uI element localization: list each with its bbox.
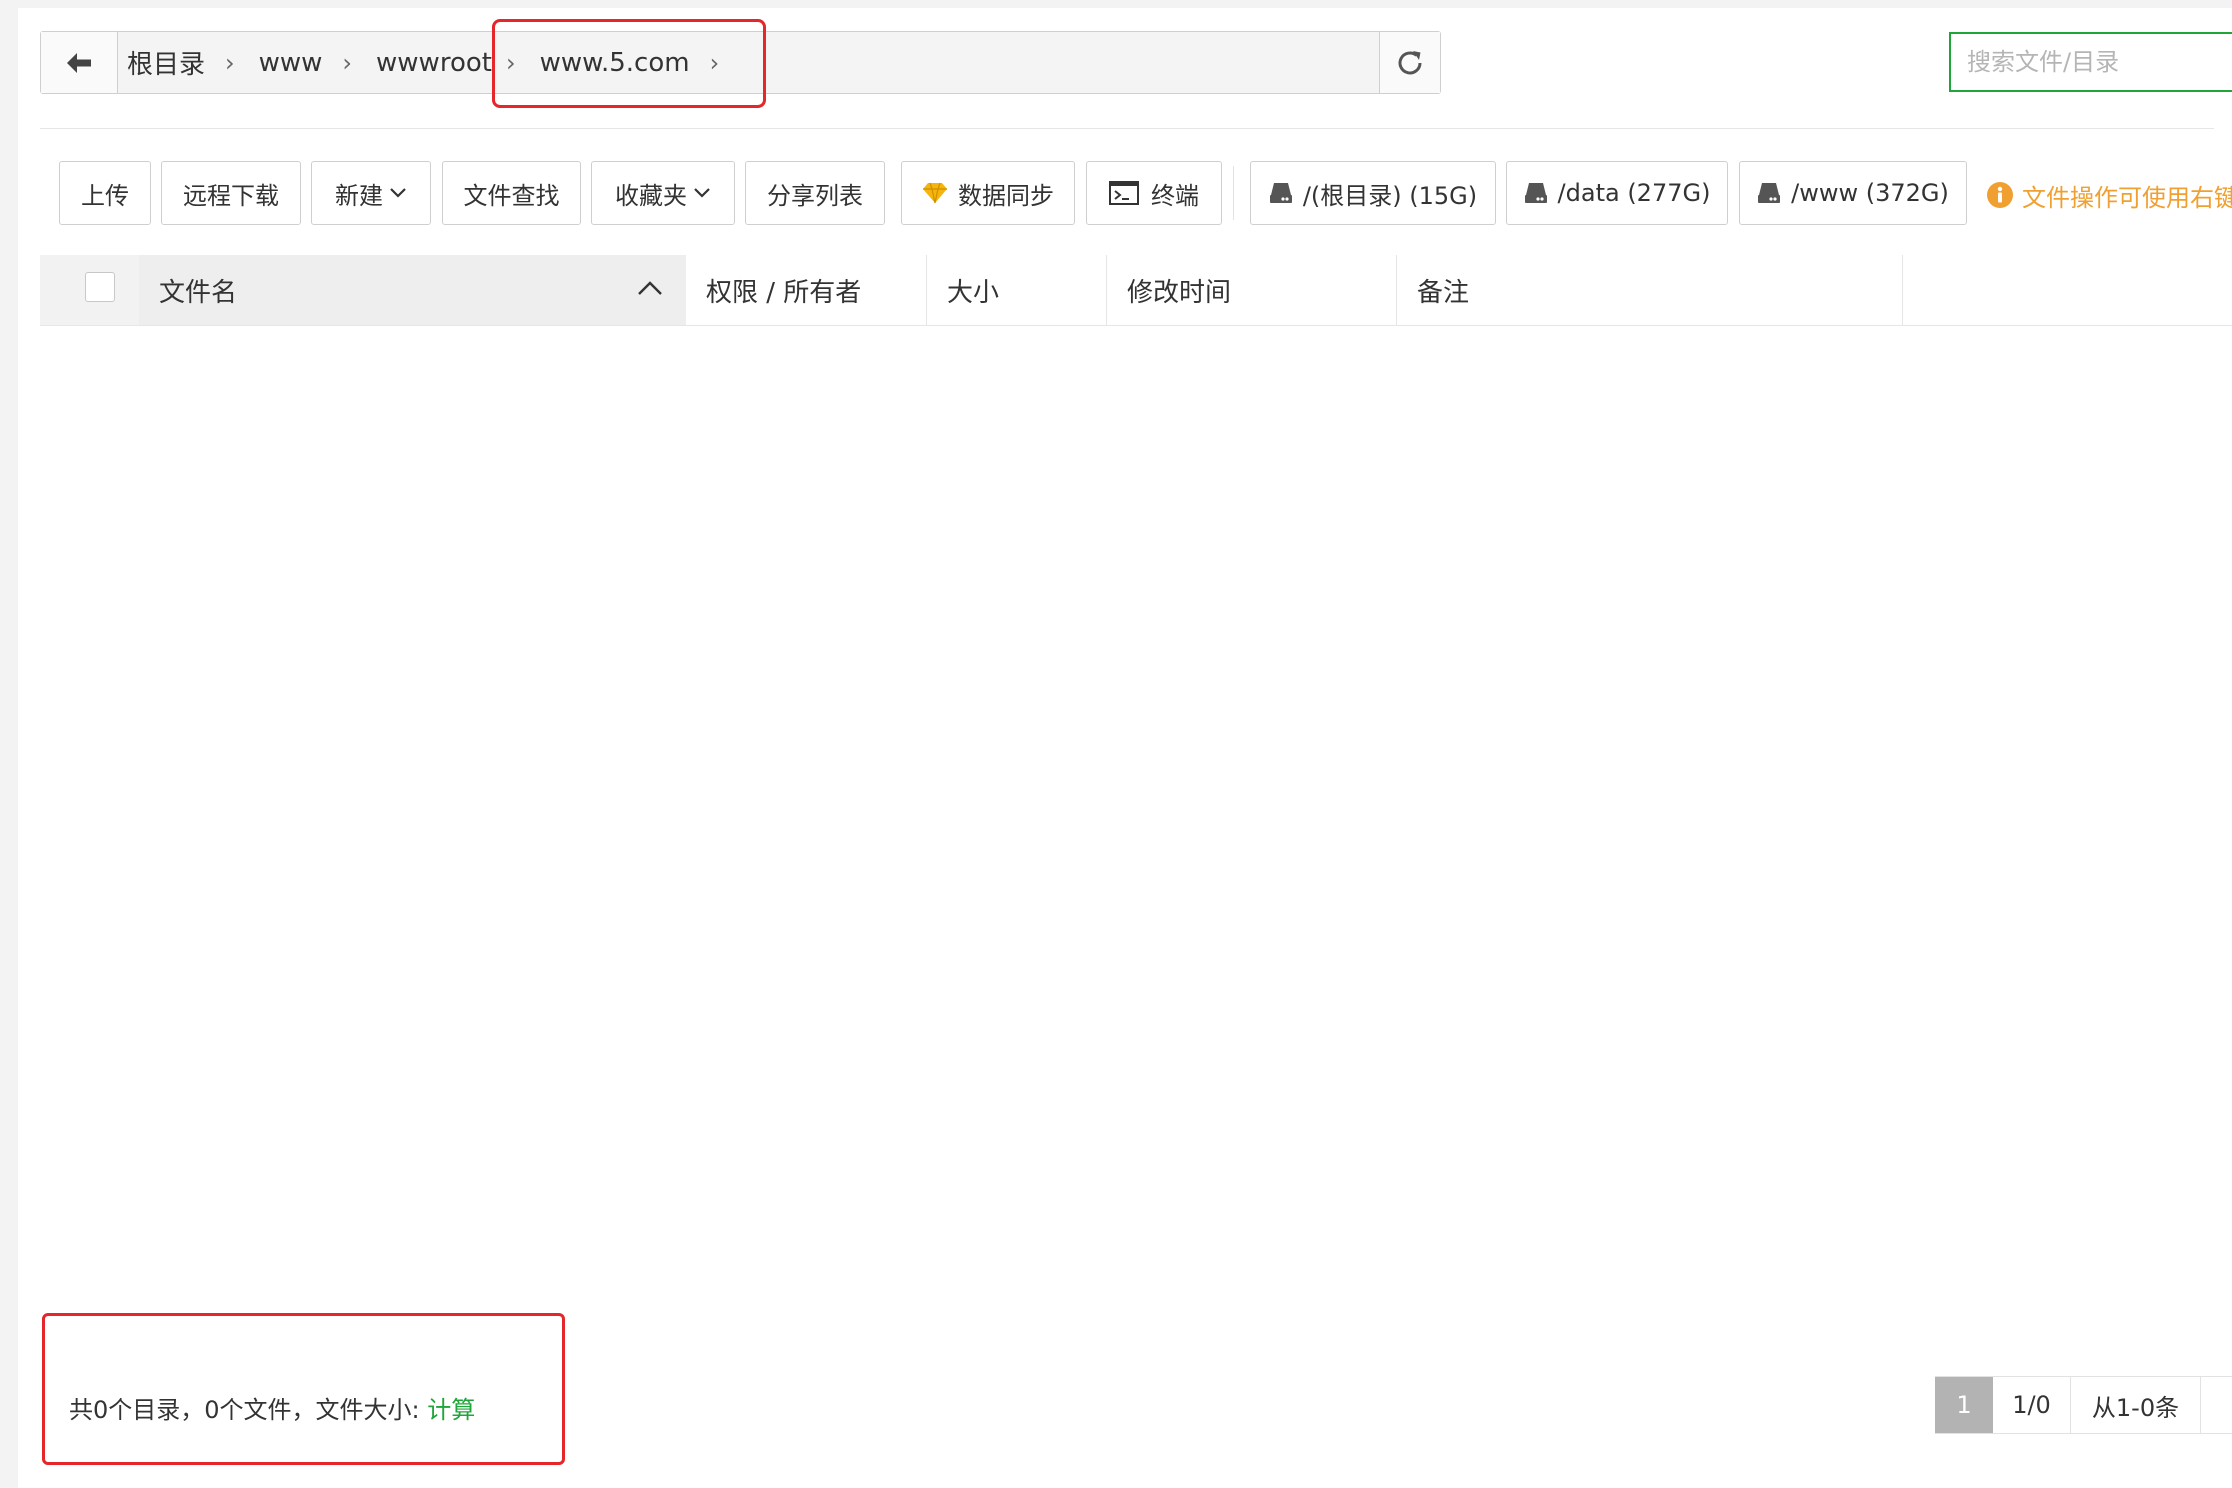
data-sync-button[interactable]: 数据同步: [901, 161, 1075, 225]
page-current[interactable]: 1: [1935, 1377, 1993, 1433]
button-label: 分享列表: [767, 181, 863, 210]
highlight-current-path: [492, 19, 766, 108]
upload-button[interactable]: 上传: [59, 161, 151, 225]
button-label: /(根目录) (15G): [1302, 181, 1478, 210]
diamond-icon: [923, 182, 947, 204]
button-label: 远程下载: [183, 181, 279, 210]
chevron-right-icon: ›: [342, 48, 353, 77]
column-header-actions: [1902, 255, 2232, 325]
file-table-header: 文件名 权限 / 所有者 大小 修改时间 备注: [40, 255, 2232, 326]
hard-drive-icon: [1269, 183, 1292, 203]
search-field[interactable]: [1949, 32, 2232, 92]
share-list-button[interactable]: 分享列表: [745, 161, 885, 225]
hard-drive-icon: [1524, 183, 1547, 203]
column-label: 修改时间: [1127, 277, 1232, 308]
favorites-dropdown-button[interactable]: 收藏夹: [591, 161, 735, 225]
search-input[interactable]: [1965, 47, 2229, 77]
terminal-button[interactable]: 终端: [1086, 161, 1222, 225]
calculate-size-link[interactable]: 计算: [427, 1396, 475, 1424]
column-header-name[interactable]: 文件名: [139, 255, 686, 325]
back-button[interactable]: [41, 32, 118, 93]
highlight-summary: [42, 1313, 565, 1465]
breadcrumb-label: www: [258, 47, 323, 78]
arrow-left-icon: [67, 52, 91, 73]
terminal-icon: [1109, 181, 1139, 205]
disk-www-button[interactable]: /www (372G): [1739, 161, 1967, 225]
button-label: 上传: [81, 181, 129, 210]
hard-drive-icon: [1758, 183, 1781, 203]
sort-ascending-icon: [638, 281, 662, 295]
button-label: /www (372G): [1791, 179, 1949, 207]
breadcrumb-www[interactable]: www ›: [259, 48, 376, 78]
info-icon: [1987, 182, 2013, 208]
button-label: /data (277G): [1557, 179, 1711, 207]
column-header-size[interactable]: 大小: [926, 255, 1106, 325]
column-header-permission[interactable]: 权限 / 所有者: [686, 255, 926, 325]
button-label: 收藏夹: [615, 181, 687, 210]
breadcrumb-label: wwwroot: [376, 47, 492, 78]
select-all-checkbox[interactable]: [85, 272, 115, 302]
summary-text: 共0个目录，0个文件，文件大小:: [69, 1396, 428, 1424]
select-all-cell: [40, 255, 139, 325]
pagination: 1 1/0 从1-0条: [1935, 1376, 2232, 1434]
button-label: 新建: [335, 181, 383, 210]
column-header-remark[interactable]: 备注: [1396, 255, 1902, 325]
chevron-down-icon: [694, 188, 710, 198]
tip-text: 文件操作可使用右键: [2022, 183, 2232, 212]
page-total: [2201, 1377, 2232, 1433]
breadcrumb-root[interactable]: 根目录 ›: [127, 44, 259, 81]
page-range: 从1-0条: [2071, 1377, 2201, 1433]
column-label: 大小: [947, 277, 1000, 308]
column-label: 权限 / 所有者: [706, 277, 862, 308]
directory-summary: 共0个目录，0个文件，文件大小: 计算: [69, 1390, 475, 1425]
column-label: 文件名: [159, 277, 238, 308]
refresh-button[interactable]: [1379, 32, 1440, 93]
new-dropdown-button[interactable]: 新建: [311, 161, 431, 225]
button-label: 终端: [1151, 181, 1199, 210]
file-search-button[interactable]: 文件查找: [442, 161, 581, 225]
breadcrumb-label: 根目录: [127, 50, 206, 80]
context-menu-tip: 文件操作可使用右键: [1986, 178, 2232, 212]
divider: [40, 128, 2214, 129]
button-label: 文件查找: [463, 181, 560, 210]
column-header-modified[interactable]: 修改时间: [1106, 255, 1396, 325]
toolbar-separator: [1233, 166, 1234, 220]
file-manager-panel: [18, 8, 2232, 1488]
remote-download-button[interactable]: 远程下载: [161, 161, 301, 225]
disk-root-button[interactable]: /(根目录) (15G): [1250, 161, 1496, 225]
chevron-down-icon: [390, 188, 406, 198]
disk-data-button[interactable]: /data (277G): [1506, 161, 1728, 225]
refresh-icon: [1398, 50, 1422, 74]
column-label: 备注: [1417, 277, 1470, 308]
page-count: 1/0: [1993, 1377, 2071, 1433]
chevron-right-icon: ›: [225, 48, 235, 77]
button-label: 数据同步: [958, 181, 1054, 210]
